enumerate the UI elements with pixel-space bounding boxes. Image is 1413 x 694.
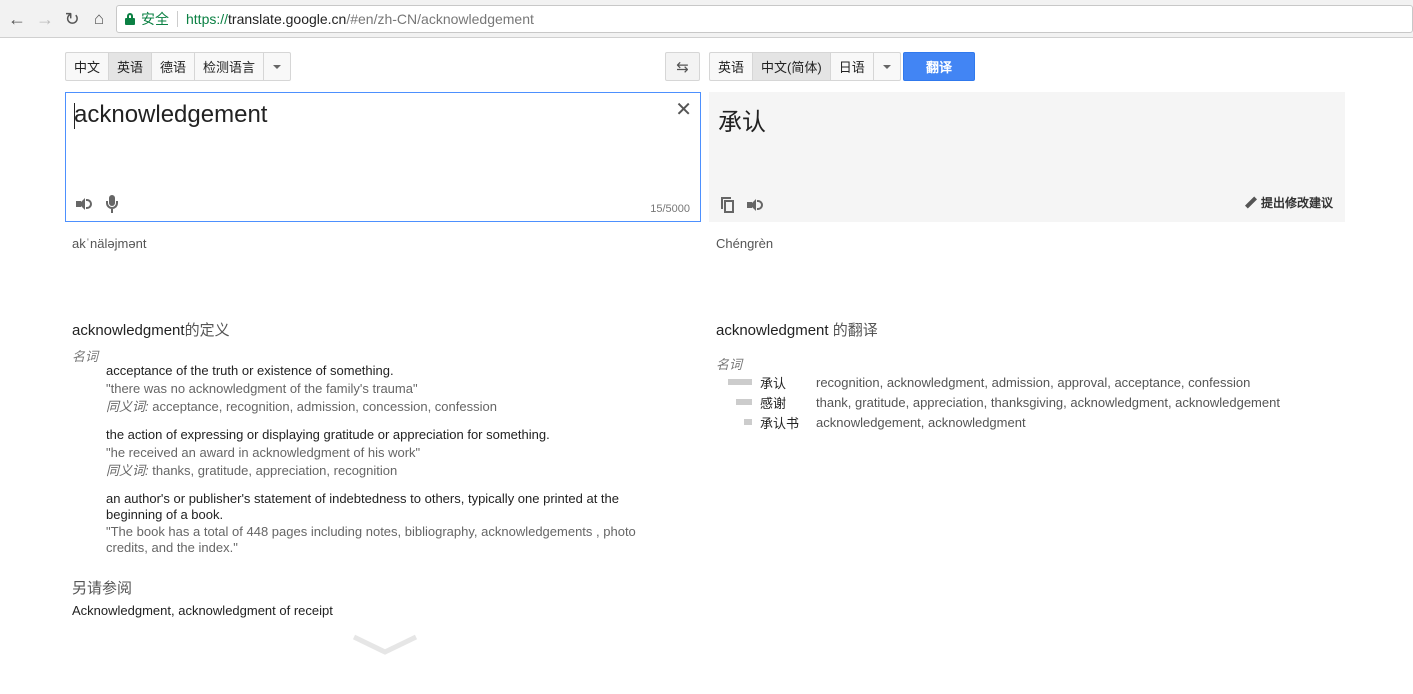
- reverse-translations[interactable]: thank, gratitude, appreciation, thanksgi…: [816, 395, 1280, 410]
- translation-row: 承认 recognition, acknowledgment, admissio…: [716, 372, 1250, 392]
- definition-text: an author's or publisher's statement of …: [106, 491, 619, 522]
- definitions-word: acknowledgment: [72, 322, 185, 339]
- translation-word[interactable]: 感谢: [760, 393, 816, 412]
- definition-entry: an author's or publisher's statement of …: [106, 491, 636, 556]
- url-divider: [177, 11, 178, 27]
- reverse-translations[interactable]: recognition, acknowledgment, admission, …: [816, 375, 1250, 390]
- translation-output: 承认 提出修改建议: [709, 92, 1345, 222]
- definition-example: "The book has a total of 448 pages inclu…: [106, 524, 636, 555]
- speaker-icon[interactable]: [747, 198, 763, 212]
- definition-entry: acceptance of the truth or existence of …: [106, 363, 646, 415]
- translations-word: acknowledgment: [716, 322, 829, 339]
- source-text-area[interactable]: acknowledgement ✕ 15/5000: [65, 92, 701, 222]
- see-also-title: 另请参阅: [72, 580, 133, 597]
- target-lang-japanese[interactable]: 日语: [831, 53, 874, 80]
- translations-title-suffix: 的翻译: [828, 322, 878, 339]
- address-bar[interactable]: 安全 https:// translate.google.cn /#en/zh-…: [116, 5, 1413, 33]
- browser-toolbar: ← → ↻ ⌂ 安全 https:// translate.google.cn …: [0, 0, 1413, 38]
- synonyms-label: 同义词:: [106, 463, 149, 478]
- text-cursor: [74, 103, 75, 129]
- definitions-title: acknowledgment的定义: [72, 319, 230, 340]
- translate-button[interactable]: 翻译: [903, 52, 975, 81]
- reverse-translations[interactable]: acknowledgement, acknowledgment: [816, 415, 1026, 430]
- translation-word[interactable]: 承认书: [760, 413, 816, 432]
- definitions-title-suffix: 的定义: [184, 322, 230, 339]
- see-also-list[interactable]: Acknowledgment, acknowledgment of receip…: [72, 603, 333, 618]
- translation-row: 承认书 acknowledgement, acknowledgment: [716, 412, 1026, 432]
- source-lang-dropdown[interactable]: [264, 53, 290, 80]
- translations-title: acknowledgment 的翻译: [716, 319, 878, 340]
- target-language-bar: 英语 中文(简体) 日语: [709, 52, 901, 81]
- url-path: /#en/zh-CN/acknowledgement: [346, 11, 534, 27]
- frequency-bar: [736, 399, 752, 405]
- url-scheme: https://: [186, 11, 229, 27]
- definitions-pos: 名词: [72, 349, 99, 364]
- target-lang-chinese-simplified[interactable]: 中文(简体): [753, 53, 831, 80]
- back-arrow-icon[interactable]: ←: [6, 8, 28, 30]
- chevron-down-icon[interactable]: [352, 633, 418, 655]
- secure-label: 安全: [141, 11, 169, 27]
- lock-icon: [125, 13, 135, 25]
- definition-entry: the action of expressing or displaying g…: [106, 427, 646, 479]
- suggest-edit-label: 提出修改建议: [1260, 196, 1333, 210]
- frequency-bar: [744, 419, 752, 425]
- definition-text: acceptance of the truth or existence of …: [106, 363, 394, 378]
- translation-word[interactable]: 承认: [760, 373, 816, 392]
- url-host: translate.google.cn: [228, 11, 347, 27]
- char-count: 15/5000: [650, 203, 690, 215]
- definition-example: "there was no acknowledgment of the fami…: [106, 381, 418, 396]
- translation-text: 承认: [718, 109, 766, 136]
- definition-synonyms: 同义词: acceptance, recognition, admission,…: [106, 399, 646, 415]
- frequency-bar: [728, 379, 752, 385]
- swap-languages-button[interactable]: ⇆: [665, 52, 700, 81]
- definition-example: "he received an award in acknowledgment …: [106, 445, 421, 460]
- swap-icon: ⇆: [676, 58, 689, 76]
- home-icon[interactable]: ⌂: [88, 8, 110, 30]
- synonyms-list[interactable]: thanks, gratitude, appreciation, recogni…: [152, 463, 397, 478]
- synonyms-label: 同义词:: [106, 399, 149, 414]
- target-lang-dropdown[interactable]: [874, 53, 900, 80]
- reload-icon[interactable]: ↻: [61, 8, 83, 30]
- source-transliteration: akˈnäləjmənt: [72, 236, 147, 251]
- copy-icon[interactable]: [721, 197, 735, 213]
- speaker-icon[interactable]: [76, 197, 92, 211]
- suggest-edit-button[interactable]: 提出修改建议: [1244, 194, 1333, 211]
- translations-pos: 名词: [716, 357, 743, 372]
- target-transliteration: Chéngrèn: [716, 236, 774, 251]
- synonyms-list[interactable]: acceptance, recognition, admission, conc…: [152, 399, 497, 414]
- chevron-down-icon: [882, 64, 891, 69]
- forward-arrow-icon[interactable]: →: [34, 8, 56, 30]
- definition-synonyms: 同义词: thanks, gratitude, appreciation, re…: [106, 463, 646, 479]
- source-text[interactable]: acknowledgement: [74, 101, 267, 129]
- source-lang-detect[interactable]: 检测语言: [195, 53, 265, 80]
- source-lang-chinese[interactable]: 中文: [66, 53, 110, 80]
- source-lang-english[interactable]: 英语: [109, 53, 153, 80]
- chevron-down-icon: [273, 64, 282, 69]
- translation-row: 感谢 thank, gratitude, appreciation, thank…: [716, 392, 1280, 412]
- pencil-icon: [1244, 195, 1257, 209]
- definition-text: the action of expressing or displaying g…: [106, 427, 550, 442]
- microphone-icon[interactable]: [106, 195, 118, 213]
- target-lang-english[interactable]: 英语: [710, 53, 754, 80]
- source-lang-german[interactable]: 德语: [152, 53, 196, 80]
- close-icon[interactable]: ✕: [675, 97, 692, 122]
- source-language-bar: 中文 英语 德语 检测语言: [65, 52, 292, 81]
